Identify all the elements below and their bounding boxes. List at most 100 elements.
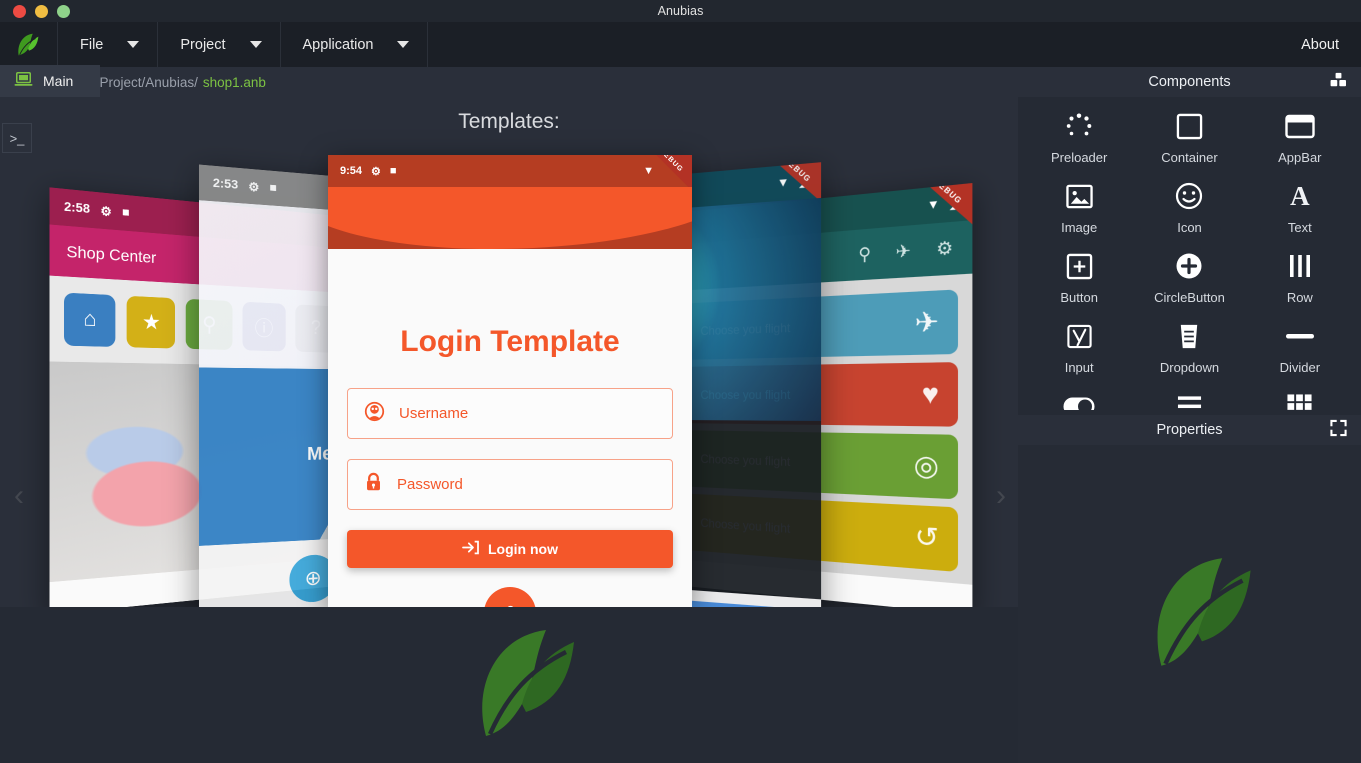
status-time: 9:54	[340, 165, 362, 177]
component-label: Dropdown	[1160, 360, 1219, 375]
airplane-icon: ✈	[915, 305, 939, 340]
menu-project[interactable]: Project	[157, 22, 280, 67]
component-button[interactable]: Button	[1024, 249, 1134, 305]
login-fab-button[interactable]	[484, 587, 536, 607]
divider-icon	[1285, 319, 1315, 353]
login-title: Login Template	[347, 325, 673, 359]
component-label: Image	[1061, 220, 1097, 235]
leaf-watermark-icon	[466, 612, 594, 757]
template-canvas[interactable]: Templates: ‹ › 2:58 ⚙ ■ Shop Center ⌂ ★ …	[0, 97, 1018, 607]
terminal-toggle-button[interactable]: >_	[2, 123, 32, 153]
tab-strip: eman/Project/Anubias/ shop1.anb Main	[0, 67, 1018, 97]
title-bar: Anubias	[0, 0, 1361, 22]
window-title: Anubias	[0, 4, 1361, 18]
status-time: 2:58	[64, 200, 90, 216]
column-icon	[1176, 389, 1203, 410]
home-icon[interactable]: ⌂	[64, 293, 116, 347]
battery-icon: ■	[269, 181, 276, 195]
component-label: Row	[1287, 290, 1313, 305]
menu-file-label: File	[80, 37, 103, 53]
appbar-icon	[1285, 109, 1315, 143]
component-label: Icon	[1177, 220, 1202, 235]
components-panel: Components Preloader	[1018, 67, 1361, 410]
star-icon[interactable]: ★	[127, 296, 176, 349]
component-preloader[interactable]: Preloader	[1024, 109, 1134, 165]
component-label: Input	[1065, 360, 1094, 375]
gear-icon[interactable]: ⚙	[936, 237, 953, 261]
components-panel-title: Components	[1148, 74, 1230, 90]
button-icon	[1066, 249, 1093, 283]
flight-icon[interactable]: ✈	[896, 240, 911, 264]
about-button[interactable]: About	[1279, 22, 1361, 67]
smiley-icon	[1175, 179, 1203, 213]
menu-application[interactable]: Application	[280, 22, 429, 67]
menu-project-label: Project	[180, 37, 225, 53]
component-icon[interactable]: Icon	[1134, 179, 1244, 235]
wifi-icon: ▼	[927, 198, 940, 213]
login-header-wave	[328, 187, 692, 249]
menu-application-label: Application	[303, 37, 374, 53]
wifi-icon: ▼	[643, 165, 654, 177]
component-input[interactable]: Input	[1024, 319, 1134, 375]
menu-file[interactable]: File	[57, 22, 158, 67]
laptop-code-icon	[14, 72, 33, 90]
component-label: CircleButton	[1154, 290, 1225, 305]
battery-icon: ■	[390, 165, 397, 177]
dropdown-icon	[1178, 319, 1200, 353]
component-dropdown[interactable]: Dropdown	[1134, 319, 1244, 375]
app-logo-leaf-icon	[0, 22, 58, 67]
container-icon	[1176, 109, 1203, 143]
component-label: AppBar	[1278, 150, 1321, 165]
component-row[interactable]: Row	[1245, 249, 1355, 305]
component-label: Container	[1161, 150, 1217, 165]
components-grid: Preloader Container AppBar	[1018, 97, 1361, 410]
cubes-icon[interactable]	[1330, 73, 1347, 92]
component-text[interactable]: A Text	[1245, 179, 1355, 235]
login-now-button[interactable]: Login now	[347, 530, 673, 568]
carousel-next-arrow-icon[interactable]: ›	[996, 481, 1006, 511]
component-label: Preloader	[1051, 150, 1107, 165]
history-icon: ↺	[915, 520, 939, 556]
search-icon[interactable]: ⚲	[858, 243, 871, 266]
tab-main[interactable]: Main	[0, 65, 100, 97]
user-circle-icon	[364, 401, 385, 427]
components-panel-header: Components	[1018, 67, 1361, 97]
wifi-icon: ▼	[777, 176, 789, 190]
carousel-prev-arrow-icon[interactable]: ‹	[14, 481, 24, 511]
grid-icon	[1286, 389, 1313, 410]
breadcrumb-filename: shop1.anb	[203, 75, 266, 90]
component-container[interactable]: Container	[1134, 109, 1244, 165]
status-time: 2:53	[213, 177, 238, 192]
heart-icon: ♥	[922, 378, 939, 411]
expand-icon[interactable]	[1330, 420, 1347, 441]
login-arrow-icon	[462, 540, 479, 558]
login-form-body: Login Template Username	[328, 325, 692, 607]
phone-statusbar: 9:54 ⚙ ■ ▼ DEBUG	[328, 155, 692, 187]
component-grid[interactable]: Grid	[1245, 389, 1355, 410]
component-column[interactable]: Column	[1134, 389, 1244, 410]
username-input[interactable]: Username	[347, 388, 673, 439]
tab-main-label: Main	[43, 73, 73, 89]
toggle-icon	[1063, 389, 1095, 410]
component-image[interactable]: Image	[1024, 179, 1134, 235]
component-label: Text	[1288, 220, 1312, 235]
image-icon	[1066, 179, 1093, 213]
password-placeholder: Password	[397, 476, 463, 493]
lock-icon	[364, 472, 383, 498]
login-now-label: Login now	[488, 541, 558, 557]
component-divider[interactable]: Divider	[1245, 319, 1355, 375]
gear-icon: ⚙	[371, 165, 381, 178]
gear-icon: ⚙	[248, 179, 259, 194]
fingerprint-icon: ◎	[914, 449, 939, 484]
gear-icon: ⚙	[100, 203, 111, 219]
circle-button-icon	[1175, 249, 1203, 283]
component-appbar[interactable]: AppBar	[1245, 109, 1355, 165]
menu-bar: File Project Application About	[0, 22, 1361, 67]
password-input[interactable]: Password	[347, 459, 673, 510]
component-circlebutton[interactable]: CircleButton	[1134, 249, 1244, 305]
component-toggle[interactable]: Toggle	[1024, 389, 1134, 410]
row-icon	[1287, 249, 1313, 283]
chevron-down-icon	[250, 41, 262, 48]
template-card-login[interactable]: 9:54 ⚙ ■ ▼ DEBUG Login Template Username	[328, 155, 692, 607]
properties-panel-header: Properties	[1018, 415, 1361, 445]
